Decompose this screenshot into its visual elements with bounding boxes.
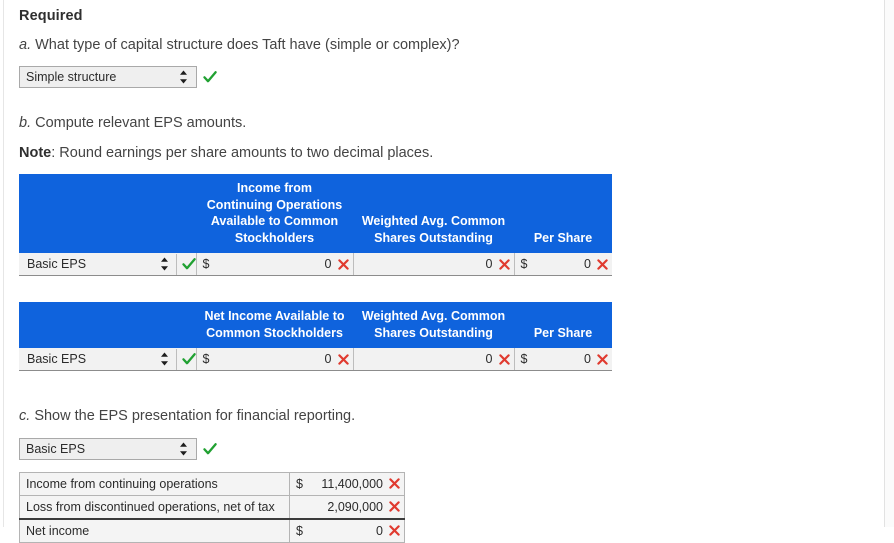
net-income-table: Net Income Available to Common Stockhold… — [19, 302, 612, 372]
net-income-value: 0 — [324, 352, 332, 367]
header-net-income-available: Net Income Available to Common Stockhold… — [196, 302, 353, 349]
weighted-avg-shares-value: 0 — [485, 257, 493, 272]
weighted-avg-shares-value: 0 — [485, 352, 493, 367]
basic-eps-select-netincome[interactable]: Basic EPS — [19, 348, 177, 370]
cell-line-label: Loss from discontinued operations, net o… — [19, 494, 290, 520]
question-b-note: Note: Round earnings per share amounts t… — [19, 144, 879, 162]
table-header-row: Net Income Available to Common Stockhold… — [19, 302, 612, 349]
cell-eps-type: Basic EPS — [19, 348, 197, 372]
question-b-body: Compute relevant EPS amounts. — [35, 115, 247, 132]
table-header-row: Income from Continuing Operations Availa… — [19, 174, 612, 254]
updown-spinner-icon — [179, 70, 188, 84]
line-amount-value: 0 — [376, 523, 383, 538]
question-a-marker: a. — [19, 37, 32, 53]
page-left-rule — [3, 0, 4, 527]
currency-symbol: $ — [202, 352, 210, 367]
eps-presentation-select-value: Basic EPS — [26, 441, 86, 456]
capital-structure-select-value: Simple structure — [26, 70, 117, 85]
required-heading: Required — [19, 8, 83, 24]
continuing-operations-table: Income from Continuing Operations Availa… — [19, 174, 612, 277]
cell-line-amount[interactable]: $11,400,000 — [289, 471, 405, 496]
question-c-answer-row: Basic EPS — [19, 437, 879, 460]
cell-line-amount[interactable]: $0 — [289, 518, 405, 543]
header-income-continuing: Income from Continuing Operations Availa… — [196, 174, 353, 254]
cell-eps-type: Basic EPS — [19, 253, 197, 277]
worksheet-content: Required a. What type of capital structu… — [19, 8, 879, 543]
currency-symbol: $ — [296, 476, 303, 491]
cross-icon — [337, 259, 349, 270]
note-body: : Round earnings per share amounts to tw… — [51, 145, 434, 162]
cell-line-label: Net income — [19, 518, 290, 543]
per-share-value: 0 — [584, 352, 591, 367]
cell-line-amount[interactable]: 2,090,000 — [289, 494, 405, 520]
table-row: Basic EPS $ 0 0 $ 0 — [19, 348, 612, 372]
currency-symbol: $ — [520, 352, 528, 367]
cross-icon — [389, 501, 400, 512]
cross-icon — [597, 259, 608, 270]
cross-icon — [389, 478, 400, 489]
currency-symbol: $ — [520, 257, 528, 272]
worksheet-page: Required a. What type of capital structu… — [0, 0, 894, 543]
cell-weighted-avg-shares[interactable]: 0 — [353, 253, 515, 277]
basic-eps-select-continuing[interactable]: Basic EPS — [19, 253, 177, 275]
cross-icon — [597, 354, 608, 365]
table-row: Net income $0 — [19, 518, 405, 543]
eps-presentation-table: Income from continuing operations $11,400… — [19, 471, 405, 543]
updown-spinner-icon — [160, 352, 169, 366]
question-a-body: What type of capital structure does Taft… — [35, 37, 460, 53]
cell-weighted-avg-shares[interactable]: 0 — [353, 348, 515, 372]
cell-line-label: Income from continuing operations — [19, 471, 290, 496]
line-amount-value: 2,090,000 — [327, 499, 383, 514]
income-continuing-value: 0 — [324, 257, 332, 272]
table-row: Loss from discontinued operations, net o… — [19, 494, 405, 520]
cell-per-share[interactable]: $ 0 — [514, 348, 612, 372]
line-label-text: Net income — [26, 523, 90, 538]
question-b-marker: b. — [19, 115, 32, 132]
question-c-text: c. Show the EPS presentation for financi… — [19, 407, 879, 425]
header-per-share: Per Share — [514, 302, 612, 349]
header-weighted-avg-shares: Weighted Avg. Common Shares Outstanding — [353, 174, 514, 254]
basic-eps-select-continuing-value: Basic EPS — [27, 256, 87, 271]
capital-structure-select[interactable]: Simple structure — [19, 66, 197, 89]
note-label: Note — [19, 145, 52, 162]
check-icon — [203, 442, 217, 456]
cross-icon — [337, 354, 349, 365]
updown-spinner-icon — [179, 442, 188, 456]
line-amount-value: 11,400,000 — [321, 476, 383, 491]
cross-icon — [498, 354, 510, 365]
line-label-text: Income from continuing operations — [26, 476, 218, 491]
page-right-gutter — [885, 0, 894, 527]
line-label-text: Loss from discontinued operations, net o… — [26, 499, 275, 514]
cell-income-continuing-amount[interactable]: $ 0 — [196, 253, 354, 277]
question-a-answer-row: Simple structure — [19, 66, 879, 89]
currency-symbol: $ — [296, 523, 303, 538]
question-c-body: Show the EPS presentation for financial … — [34, 408, 356, 425]
header-blank — [19, 302, 196, 349]
cell-net-income-amount[interactable]: $ 0 — [196, 348, 354, 372]
table-row: Basic EPS $ 0 0 $ 0 — [19, 253, 612, 277]
question-c-marker: c. — [19, 408, 31, 425]
header-per-share: Per Share — [514, 174, 612, 254]
question-b-text: b. Compute relevant EPS amounts. — [19, 114, 879, 132]
eps-presentation-body: Income from continuing operations $11,400… — [19, 471, 405, 543]
check-icon — [181, 352, 196, 366]
table-row: Income from continuing operations $11,400… — [19, 471, 405, 496]
updown-spinner-icon — [160, 257, 169, 271]
header-weighted-avg-shares: Weighted Avg. Common Shares Outstanding — [353, 302, 514, 349]
question-a-text: a. What type of capital structure does T… — [19, 36, 879, 54]
eps-presentation-select[interactable]: Basic EPS — [19, 437, 197, 460]
header-blank — [19, 174, 196, 254]
cross-icon — [498, 259, 510, 270]
currency-symbol: $ — [202, 257, 210, 272]
per-share-value: 0 — [584, 257, 591, 272]
basic-eps-select-netincome-value: Basic EPS — [27, 351, 87, 366]
check-icon — [181, 257, 196, 271]
check-icon — [203, 70, 217, 84]
cell-per-share[interactable]: $ 0 — [514, 253, 612, 277]
